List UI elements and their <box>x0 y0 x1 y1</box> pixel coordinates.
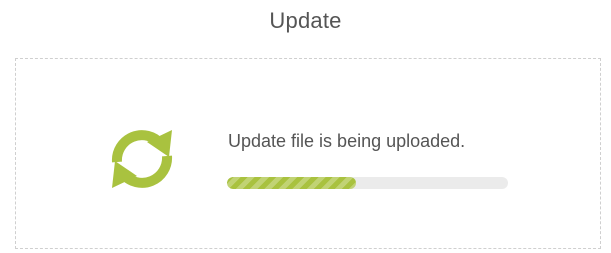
upload-progress-fill <box>227 177 357 189</box>
dialog-title: Update <box>269 8 342 33</box>
update-dialog: Update Update file is being uploaded. <box>0 0 611 253</box>
refresh-icon <box>97 124 187 194</box>
upload-status-text: Update file is being uploaded. <box>228 131 466 151</box>
upload-progress-bar <box>227 177 508 189</box>
